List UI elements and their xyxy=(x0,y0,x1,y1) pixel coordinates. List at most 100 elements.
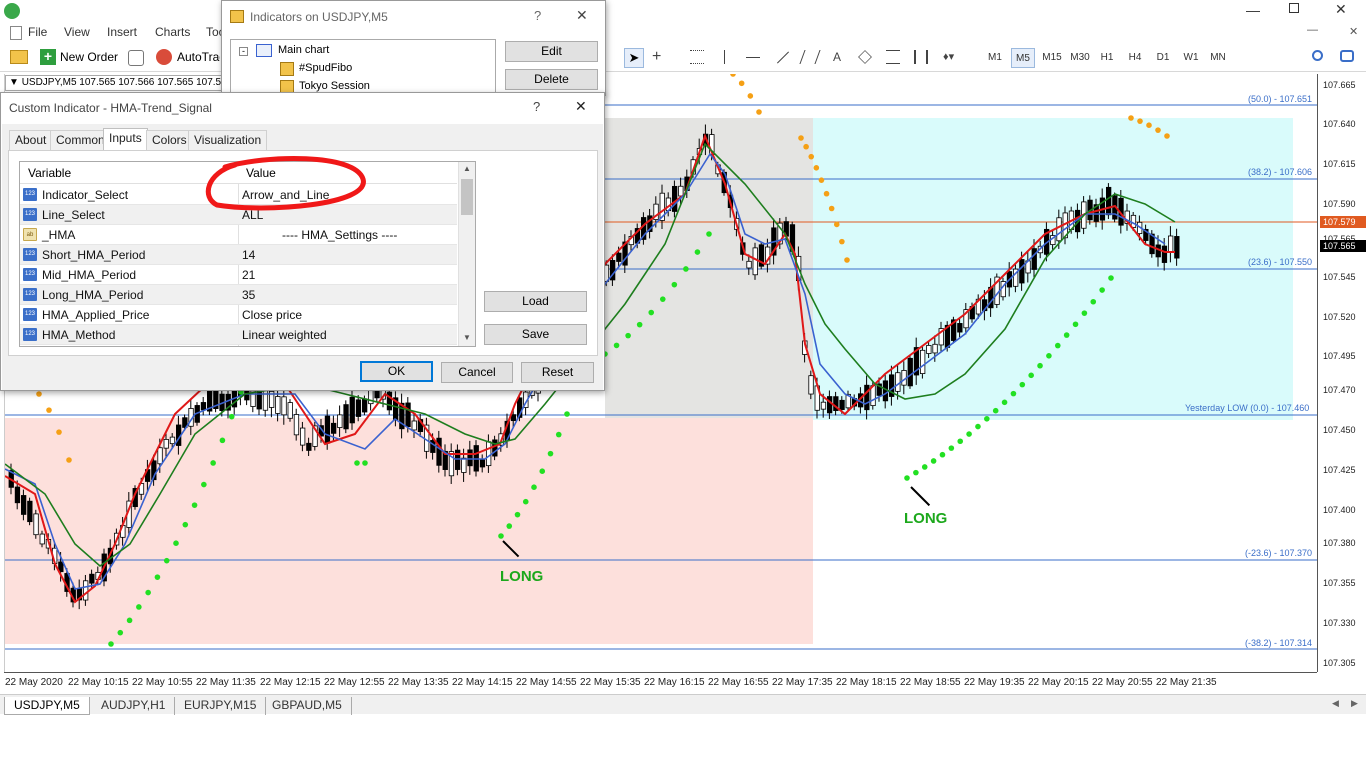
symbol-tab-audjpy[interactable]: AUDJPY,H1 xyxy=(92,697,176,715)
chat-icon[interactable] xyxy=(1340,50,1354,62)
vertical-line-icon[interactable] xyxy=(724,50,725,64)
table-row[interactable]: 123 HMA_Applied_Price Close price xyxy=(20,305,457,325)
scroll-down-icon[interactable]: ▼ xyxy=(463,333,471,342)
column-header-variable[interactable]: Variable xyxy=(28,166,71,180)
sar-dot xyxy=(808,153,815,160)
timeframe-h4[interactable]: H4 xyxy=(1125,48,1145,68)
sar-dot xyxy=(839,238,845,245)
table-row[interactable]: ab _HMA ---- HMA_Settings ---- xyxy=(20,225,457,245)
scrollbar-thumb[interactable] xyxy=(461,179,473,215)
tab-inputs[interactable]: Inputs xyxy=(103,128,148,151)
help-icon[interactable]: ? xyxy=(534,8,541,23)
timeframe-d1[interactable]: D1 xyxy=(1153,48,1173,68)
tree-item-spudfibo[interactable]: #SpudFibo xyxy=(299,62,352,74)
table-row[interactable]: 123 Short_HMA_Period 14 xyxy=(20,245,457,265)
chart-menu-icon[interactable]: ▼ xyxy=(9,77,19,88)
timeframe-h1[interactable]: H1 xyxy=(1097,48,1117,68)
close-icon[interactable]: ✕ xyxy=(576,7,588,24)
chart-header-text: USDJPY,M5 107.565 107.566 107.565 107.56… xyxy=(21,77,223,88)
indicators-tree[interactable]: - Main chart #SpudFibo Tokyo Session xyxy=(230,39,496,95)
tab-about[interactable]: About xyxy=(9,130,53,150)
tree-item-tokyo-session[interactable]: Tokyo Session xyxy=(299,80,370,92)
save-button[interactable]: Save xyxy=(484,324,587,345)
timeframe-w1[interactable]: W1 xyxy=(1180,48,1202,68)
sar-dot xyxy=(747,93,754,99)
time-label: 22 May 15:35 xyxy=(580,677,641,688)
candle-body xyxy=(337,414,343,428)
horizontal-line-icon[interactable] xyxy=(746,57,760,58)
table-row[interactable]: 123 HMA_Method Linear weighted xyxy=(20,325,457,345)
text-tool-icon[interactable]: A xyxy=(833,50,841,64)
minimize-icon[interactable]: — xyxy=(1246,2,1260,18)
tree-collapse-icon[interactable]: - xyxy=(239,47,248,56)
vertical-scrollbar[interactable]: ▲ ▼ xyxy=(458,162,475,346)
close-icon[interactable]: ✕ xyxy=(575,98,587,115)
scroll-up-icon[interactable]: ▲ xyxy=(463,164,471,173)
ok-button[interactable]: OK xyxy=(360,361,433,382)
scroll-right-icon[interactable]: ▶ xyxy=(1351,698,1358,709)
tree-item-main-chart[interactable]: Main chart xyxy=(278,44,329,56)
sar-dot xyxy=(1155,127,1161,133)
mdi-minimize-icon[interactable]: — xyxy=(1307,24,1318,36)
numeric-type-icon: 123 xyxy=(23,268,37,281)
price-level: 107.305 xyxy=(1323,658,1356,668)
main-chart-icon xyxy=(256,44,272,57)
timeframe-m15[interactable]: M15 xyxy=(1039,48,1065,68)
sar-dot xyxy=(992,407,999,414)
edit-button[interactable]: Edit xyxy=(505,41,598,62)
fibonacci-icon[interactable] xyxy=(886,50,900,64)
delete-button[interactable]: Delete xyxy=(505,69,598,90)
menu-insert[interactable]: Insert xyxy=(107,25,137,39)
timeframe-m1[interactable]: M1 xyxy=(984,48,1006,68)
scroll-left-icon[interactable]: ◀ xyxy=(1332,698,1339,709)
menu-file[interactable]: File xyxy=(28,25,47,39)
symbol-tab-gbpaud[interactable]: GBPAUD,M5 xyxy=(263,697,352,715)
candle-body xyxy=(616,252,622,262)
price-scale[interactable]: 107.665 107.640 107.615 107.590 107.565 … xyxy=(1317,74,1366,672)
timeframe-m30[interactable]: M30 xyxy=(1067,48,1093,68)
timeframe-mn[interactable]: MN xyxy=(1206,48,1230,68)
search-icon[interactable] xyxy=(1312,50,1323,61)
variable-value[interactable]: ---- HMA_Settings ---- xyxy=(282,228,397,242)
autotrading-button[interactable]: AutoTrading xyxy=(177,50,220,64)
crosshair-icon[interactable]: + xyxy=(652,48,661,66)
cancel-button[interactable]: Cancel xyxy=(441,362,513,383)
help-icon[interactable]: ? xyxy=(533,99,540,114)
shapes-icon[interactable]: ♦▾ xyxy=(943,50,954,63)
menu-view[interactable]: View xyxy=(64,25,90,39)
bars-icon[interactable] xyxy=(914,50,928,64)
restore-icon[interactable] xyxy=(1289,3,1299,13)
sar-dot xyxy=(939,451,946,458)
tab-common[interactable]: Common xyxy=(50,130,111,150)
chart-header: ▼ USDJPY,M5 107.565 107.566 107.565 107.… xyxy=(5,75,223,91)
sar-dot xyxy=(818,177,825,183)
sar-dot xyxy=(522,498,529,505)
new-order-icon[interactable]: + xyxy=(40,49,56,65)
menu-charts[interactable]: Charts xyxy=(155,25,190,39)
symbol-tab-usdjpy[interactable]: USDJPY,M5 xyxy=(4,697,90,715)
gridlines-icon[interactable] xyxy=(690,50,704,64)
table-row[interactable]: 123 Long_HMA_Period 35 xyxy=(20,285,457,305)
cursor-tool-icon[interactable]: ➤ xyxy=(624,48,644,68)
variable-value[interactable]: 21 xyxy=(242,268,255,282)
variable-value[interactable]: 35 xyxy=(242,288,255,302)
timeframe-m5[interactable]: M5 xyxy=(1011,48,1035,68)
new-order-button[interactable]: New Order xyxy=(60,50,118,64)
sar-dot xyxy=(1099,287,1105,293)
close-window-icon[interactable]: ✕ xyxy=(1335,1,1347,18)
tab-colors[interactable]: Colors xyxy=(146,130,193,150)
candle-body xyxy=(864,384,870,411)
mdi-close-icon[interactable]: ✕ xyxy=(1349,25,1358,38)
market-watch-icon[interactable] xyxy=(128,50,144,66)
variable-value[interactable]: 14 xyxy=(242,248,255,262)
variable-value[interactable]: Linear weighted xyxy=(242,328,327,342)
reset-button[interactable]: Reset xyxy=(521,362,594,383)
autotrading-icon[interactable] xyxy=(156,49,172,65)
candle-body xyxy=(361,398,368,413)
tab-visualization[interactable]: Visualization xyxy=(188,130,268,150)
table-row[interactable]: 123 Mid_HMA_Period 21 xyxy=(20,265,457,285)
load-button[interactable]: Load xyxy=(484,291,587,312)
variable-value[interactable]: Close price xyxy=(242,308,302,322)
symbol-tab-eurjpy[interactable]: EURJPY,M15 xyxy=(175,697,267,715)
profiles-icon[interactable] xyxy=(10,50,28,64)
